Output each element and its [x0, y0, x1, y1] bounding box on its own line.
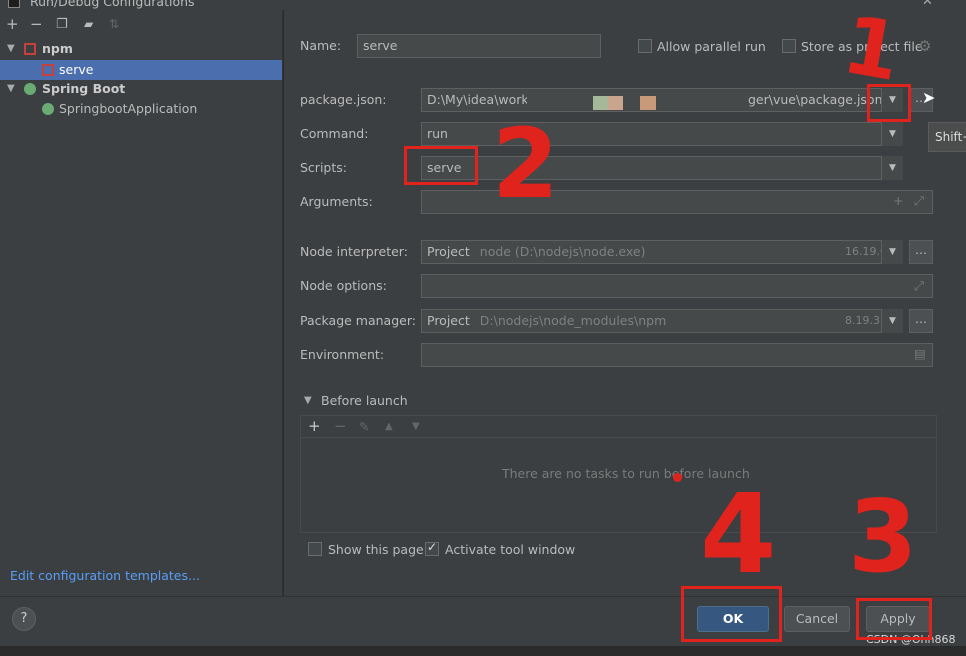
- allow-parallel-checkbox[interactable]: [638, 39, 652, 53]
- status-strip: [0, 646, 966, 656]
- name-label: Name:: [300, 38, 342, 53]
- plus-icon[interactable]: +: [893, 193, 903, 208]
- annotation-number-2: 2: [492, 108, 559, 220]
- remove-icon[interactable]: −: [30, 17, 43, 32]
- remove-icon: −: [334, 417, 347, 435]
- package-json-path-end: ger\vue\package.json: [748, 92, 883, 107]
- browse-package-manager-button[interactable]: …: [909, 309, 933, 333]
- shortcut-tooltip: Shift+: [928, 122, 966, 152]
- package-manager-version: 8.19.3: [845, 314, 880, 327]
- annotation-box-3: [856, 598, 932, 640]
- tree-label: Spring Boot: [42, 81, 126, 96]
- environment-input[interactable]: [421, 343, 933, 367]
- chevron-down-icon[interactable]: ▼: [881, 156, 903, 180]
- tree-group-npm[interactable]: ▼ npm: [0, 39, 282, 59]
- copy-icon[interactable]: ❐: [56, 17, 68, 32]
- interpreter-kind: Project: [427, 244, 470, 259]
- help-button[interactable]: ?: [12, 607, 36, 631]
- node-interpreter-label: Node interpreter:: [300, 244, 408, 259]
- edit-templates-link[interactable]: Edit configuration templates...: [10, 568, 200, 583]
- sort-icon: ⇅: [109, 17, 120, 31]
- blur-block: [593, 96, 608, 110]
- scripts-label: Scripts:: [300, 160, 347, 175]
- folder-add-icon[interactable]: ▰: [84, 17, 93, 32]
- app-icon: [8, 0, 20, 8]
- npm-icon: [24, 43, 36, 55]
- cancel-button[interactable]: Cancel: [784, 606, 850, 632]
- close-icon[interactable]: ✕: [922, 0, 933, 9]
- tree-item-springboot-application[interactable]: SpringbootApplication: [0, 99, 282, 119]
- tree-item-serve[interactable]: serve: [0, 60, 282, 80]
- package-json-label: package.json:: [300, 92, 387, 107]
- before-launch-label: Before launch: [321, 393, 408, 408]
- window-title: Run/Debug Configurations: [30, 0, 195, 9]
- annotation-number-4: 4: [700, 470, 777, 598]
- command-label: Command:: [300, 126, 369, 141]
- show-page-label: Show this page: [328, 542, 424, 557]
- expand-icon[interactable]: ⤢: [914, 278, 924, 294]
- move-down-icon: ▼: [412, 421, 420, 432]
- browse-interpreter-button[interactable]: …: [909, 240, 933, 264]
- add-icon[interactable]: +: [6, 17, 19, 32]
- node-interpreter-select[interactable]: Project node (D:\nodejs\node.exe): [421, 240, 903, 264]
- document-icon[interactable]: ▤: [914, 346, 926, 361]
- tree-label: npm: [42, 41, 73, 56]
- tree-label: serve: [59, 62, 94, 77]
- npm-icon: [42, 64, 54, 76]
- spring-boot-icon: [42, 103, 54, 115]
- chevron-down-icon[interactable]: ▼: [881, 240, 903, 264]
- tree-group-spring-boot[interactable]: ▼ Spring Boot: [0, 79, 282, 99]
- store-project-checkbox[interactable]: [782, 39, 796, 53]
- annotation-box-2: [404, 146, 478, 185]
- redacted-region: [527, 89, 747, 111]
- add-icon[interactable]: +: [308, 417, 321, 435]
- blur-block: [608, 96, 623, 110]
- mouse-cursor-icon: ➤: [922, 88, 936, 107]
- allow-parallel-label: Allow parallel run: [657, 39, 766, 54]
- interpreter-path: node (D:\nodejs\node.exe): [479, 244, 646, 259]
- chevron-down-icon[interactable]: ▼: [7, 39, 15, 59]
- activate-tool-window-label: Activate tool window: [445, 542, 576, 557]
- chevron-down-icon[interactable]: ▼: [881, 309, 903, 333]
- package-json-path-start: D:\My\idea\work: [427, 92, 529, 107]
- spring-boot-icon: [24, 83, 36, 95]
- edit-icon: ✎: [359, 419, 370, 434]
- move-up-icon: ▲: [385, 421, 393, 432]
- arguments-label: Arguments:: [300, 194, 373, 209]
- expand-icon[interactable]: ⤢: [914, 193, 924, 209]
- tree-label: SpringbootApplication: [59, 101, 198, 116]
- node-options-label: Node options:: [300, 278, 387, 293]
- node-options-input[interactable]: [421, 274, 933, 298]
- show-page-checkbox[interactable]: [308, 542, 322, 556]
- package-manager-select[interactable]: Project D:\nodejs\node_modules\npm: [421, 309, 903, 333]
- chevron-down-icon[interactable]: ▼: [7, 79, 15, 99]
- chevron-down-icon[interactable]: ▼: [304, 395, 312, 406]
- chevron-down-icon[interactable]: ▼: [881, 122, 903, 146]
- before-launch-toolbar: [301, 416, 936, 438]
- package-manager-path: D:\nodejs\node_modules\npm: [479, 313, 667, 328]
- annotation-dot: [673, 473, 682, 482]
- name-input[interactable]: serve: [357, 34, 601, 58]
- package-manager-label: Package manager:: [300, 313, 416, 328]
- gear-icon[interactable]: ⚙: [918, 37, 931, 55]
- package-manager-kind: Project: [427, 313, 470, 328]
- annotation-number-3: 3: [848, 478, 918, 595]
- blur-block: [640, 96, 656, 110]
- environment-label: Environment:: [300, 347, 385, 362]
- activate-tool-window-checkbox[interactable]: [425, 540, 439, 556]
